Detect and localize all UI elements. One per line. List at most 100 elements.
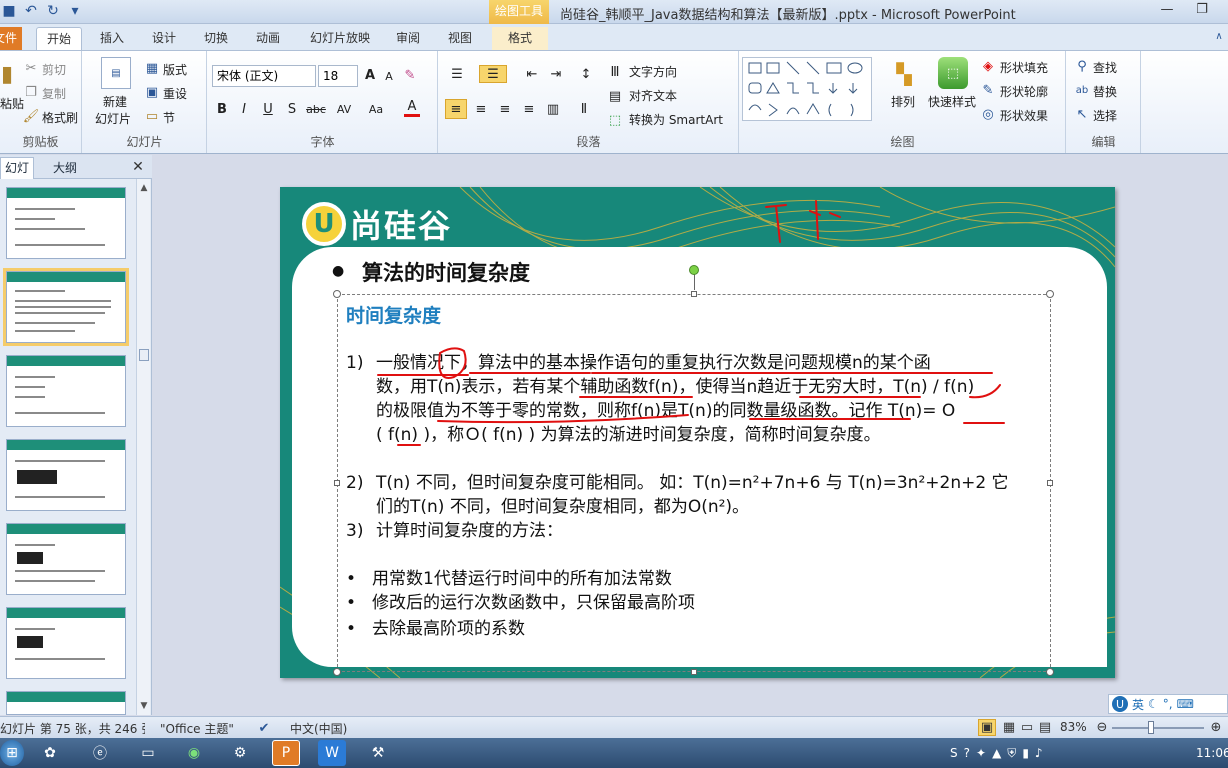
spellcheck-icon[interactable]: ✔ [256, 720, 272, 736]
align-text-button[interactable]: 对齐文本 [629, 87, 677, 104]
start-button-icon[interactable]: ⊞ [0, 740, 24, 766]
paste-icon[interactable]: ▮ [0, 57, 14, 91]
font-size-select[interactable]: 18 [318, 65, 358, 87]
shield-icon[interactable]: ⛨ [1007, 746, 1016, 761]
bullets-icon[interactable]: ☰ [447, 65, 467, 83]
app-icon[interactable]: ⚙ [226, 740, 254, 766]
tab-insert[interactable]: 插入 [90, 27, 134, 50]
scroll-thumb[interactable] [139, 349, 149, 361]
decrease-indent-icon[interactable]: ⇤ [523, 65, 541, 83]
section-icon[interactable]: ▭ [145, 109, 159, 124]
tab-review[interactable]: 审阅 [386, 27, 430, 50]
tab-transitions[interactable]: 切换 [194, 27, 238, 50]
tab-format[interactable]: 格式 [492, 27, 548, 50]
grow-font-icon[interactable]: A [362, 67, 378, 83]
word-taskbar-icon[interactable]: W [318, 740, 346, 766]
replace-icon[interactable]: ab [1075, 83, 1089, 97]
tab-view[interactable]: 视图 [438, 27, 482, 50]
select-icon[interactable]: ↖ [1075, 107, 1089, 122]
zoom-slider-track[interactable] [1112, 727, 1204, 729]
format-painter-button[interactable]: 格式刷 [42, 109, 78, 126]
ime-language[interactable]: 英 [1132, 696, 1144, 713]
numbering-icon[interactable]: ☰ [479, 65, 507, 83]
slide-thumbnail[interactable] [6, 187, 126, 259]
new-slide-label-2[interactable]: 幻灯片 [95, 110, 131, 127]
minimize-button[interactable]: — [1155, 2, 1179, 20]
text-direction-button[interactable]: 文字方向 [629, 63, 677, 80]
browser-icon[interactable]: ◉ [180, 740, 208, 766]
volume-icon[interactable]: ♪ [1035, 746, 1043, 761]
find-icon[interactable]: ⚲ [1075, 59, 1089, 74]
line-spacing-icon[interactable]: ↕ [575, 65, 597, 83]
arrange-button[interactable]: 排列 [891, 93, 915, 110]
clock[interactable]: 11:06 [1196, 746, 1228, 760]
tool-taskbar-icon[interactable]: ⚒ [364, 740, 392, 766]
keyboard-icon[interactable]: ⌨ [1177, 697, 1194, 711]
strikethrough-icon[interactable]: abc [306, 101, 326, 117]
quick-styles-icon[interactable]: ⬚ [938, 57, 968, 89]
scroll-down-icon[interactable]: ▼ [139, 701, 149, 711]
tab-file[interactable]: 文件 [0, 27, 22, 50]
shadow-icon[interactable]: S [284, 101, 300, 117]
find-button[interactable]: 查找 [1093, 59, 1117, 76]
ie-icon[interactable]: ⓔ [86, 740, 114, 766]
show-hidden-icons[interactable]: ▲ [992, 746, 1001, 761]
tab-design[interactable]: 设计 [142, 27, 186, 50]
zoom-level[interactable]: 83% [1060, 720, 1087, 734]
tab-outline[interactable]: 大纲 [40, 159, 90, 177]
font-name-select[interactable]: 宋体 (正文) [212, 65, 316, 87]
layout-icon[interactable]: ▦ [145, 61, 159, 76]
moon-icon[interactable]: ☾ [1148, 697, 1159, 711]
arrange-icon[interactable]: ▚ [890, 59, 918, 89]
columns-icon[interactable]: Ⅱ [573, 99, 595, 119]
tab-slideshow[interactable]: 幻灯片放映 [302, 27, 378, 50]
replace-button[interactable]: 替换 [1093, 83, 1117, 100]
scroll-up-icon[interactable]: ▲ [139, 183, 149, 193]
shape-effects-icon[interactable]: ◎ [980, 107, 996, 122]
increase-indent-icon[interactable]: ⇥ [547, 65, 565, 83]
shape-outline-button[interactable]: 形状轮廓 [1000, 83, 1048, 100]
tab-home[interactable]: 开始 [36, 27, 82, 50]
slide-thumbnail[interactable] [6, 355, 126, 427]
shape-fill-button[interactable]: 形状填充 [1000, 59, 1048, 76]
shape-fill-icon[interactable]: ◈ [980, 59, 996, 74]
powerpoint-taskbar-icon[interactable]: P [272, 740, 300, 766]
tab-animations[interactable]: 动画 [246, 27, 290, 50]
taskbar-app-icon[interactable]: ✿ [36, 740, 64, 766]
normal-view-icon[interactable]: ▣ [978, 719, 996, 736]
copy-button[interactable]: 复制 [42, 85, 66, 102]
underline-icon[interactable]: U [260, 101, 276, 117]
zoom-slider-thumb[interactable] [1148, 721, 1154, 734]
explorer-icon[interactable]: ▭ [134, 740, 162, 766]
save-icon[interactable]: ■ [0, 2, 18, 20]
shape-outline-icon[interactable]: ✎ [980, 83, 996, 98]
slideshow-view-icon[interactable]: ▤ [1036, 719, 1054, 736]
undo-icon[interactable]: ↶ [22, 2, 40, 20]
align-left-icon[interactable]: ≡ [445, 99, 467, 119]
justify-icon[interactable]: ≡ [519, 99, 539, 119]
reset-button[interactable]: 重设 [163, 85, 187, 102]
select-button[interactable]: 选择 [1093, 107, 1117, 124]
language-status[interactable]: 中文(中国) [290, 720, 347, 737]
new-slide-label-1[interactable]: 新建 [103, 93, 127, 110]
customize-qat-icon[interactable]: ▾ [66, 2, 84, 20]
slide-thumbnail[interactable] [6, 523, 126, 595]
new-slide-icon[interactable]: ▤ [101, 57, 131, 89]
tab-slides[interactable]: 幻灯片 [0, 157, 34, 179]
tray-icon[interactable]: ✦ [976, 746, 986, 761]
slide-thumbnail[interactable] [6, 691, 126, 715]
punctuation-icon[interactable]: °, [1163, 697, 1173, 711]
ime-toolbar[interactable]: U 英 ☾ °, ⌨ [1108, 694, 1228, 714]
convert-smartart-button[interactable]: 转换为 SmartArt [629, 111, 723, 128]
reading-view-icon[interactable]: ▭ [1018, 719, 1036, 736]
text-direction-icon[interactable]: Ⅲ [607, 63, 623, 81]
smartart-icon[interactable]: ⬚ [607, 111, 623, 129]
format-painter-icon[interactable]: 🖌 [23, 109, 40, 124]
zoom-out-icon[interactable]: ⊖ [1094, 719, 1110, 735]
help-icon[interactable]: ? [964, 746, 970, 761]
shapes-gallery[interactable] [742, 57, 872, 121]
slide-thumbnail[interactable] [6, 439, 126, 511]
copy-icon[interactable]: ❐ [24, 85, 38, 100]
bold-icon[interactable]: B [214, 101, 230, 117]
close-panel-icon[interactable]: ✕ [130, 158, 146, 176]
